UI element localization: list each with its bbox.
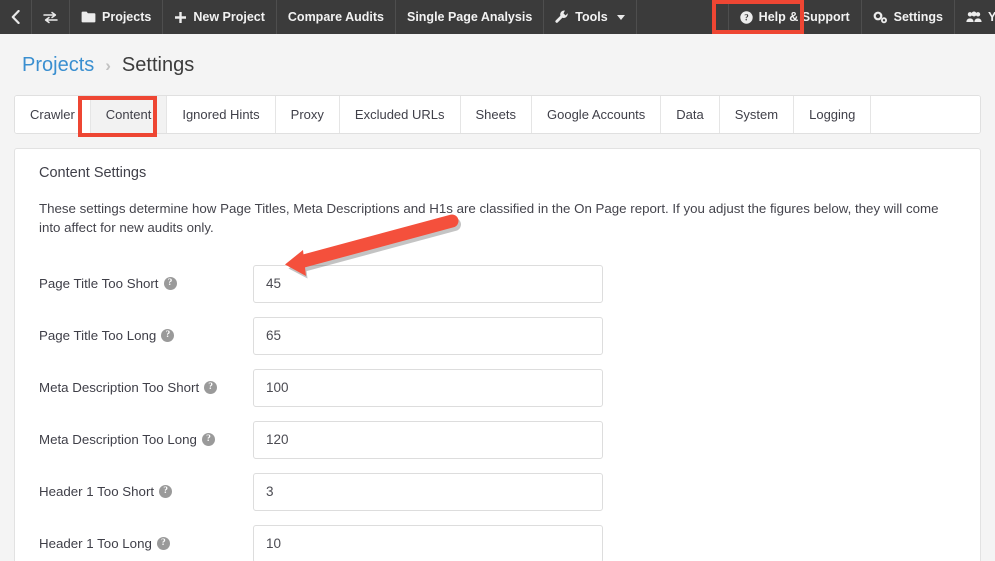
page-title-too-short-input[interactable]: [253, 264, 603, 303]
nav-label-tools: Tools: [575, 10, 608, 24]
help-circle-icon[interactable]: ?: [201, 433, 215, 447]
tab-proxy[interactable]: Proxy: [275, 96, 340, 133]
field-label: Header 1 Too Long ?: [39, 536, 253, 551]
field-label-text: Header 1 Too Short: [39, 484, 155, 500]
tab-label: Sheets: [475, 107, 516, 122]
header-1-too-short-input[interactable]: [253, 472, 603, 511]
nav-item-tools[interactable]: Tools: [544, 0, 637, 34]
tab-label: Content: [105, 107, 152, 122]
field-label: Page Title Too Short ?: [39, 276, 253, 291]
top-navbar: Projects New Project Compare Audits Sing…: [0, 0, 995, 34]
nav-label-projects: Projects: [102, 10, 152, 24]
users-icon: [966, 11, 982, 23]
tab-crawler[interactable]: Crawler: [15, 96, 91, 133]
page-title-too-long-input[interactable]: [253, 316, 603, 355]
breadcrumb-separator-icon: ›: [105, 55, 111, 75]
content-settings-panel: Content Settings These settings determin…: [14, 148, 981, 561]
settings-tabs: Crawler Content Ignored Hints Proxy Excl…: [14, 95, 981, 134]
tab-google-accounts[interactable]: Google Accounts: [532, 96, 662, 133]
nav-label-compare-audits: Compare Audits: [287, 10, 384, 24]
meta-description-too-short-input[interactable]: [253, 368, 603, 407]
help-circle-icon[interactable]: ?: [161, 329, 175, 343]
nav-item-single-page-analysis[interactable]: Single Page Analysis: [396, 0, 545, 34]
page-title: Settings: [121, 54, 195, 76]
field-row-page-title-too-long: Page Title Too Long ?: [15, 310, 980, 362]
folder-icon: [81, 11, 96, 23]
field-row-meta-description-too-long: Meta Description Too Long ?: [15, 414, 980, 466]
exchange-arrows-icon: [43, 11, 58, 24]
svg-text:?: ?: [744, 12, 749, 22]
tab-label: Google Accounts: [547, 107, 646, 122]
field-label: Meta Description Too Long ?: [39, 432, 253, 447]
nav-gap: [637, 0, 729, 34]
panel-description: These settings determine how Page Titles…: [39, 201, 939, 236]
tab-content[interactable]: Content: [90, 96, 168, 133]
field-label-text: Meta Description Too Long: [39, 432, 197, 448]
tab-label: Crawler: [30, 107, 75, 122]
tab-data[interactable]: Data: [661, 96, 720, 133]
help-circle-icon[interactable]: ?: [163, 277, 177, 291]
tab-excluded-urls[interactable]: Excluded URLs: [339, 96, 461, 133]
tab-label: Data: [676, 107, 704, 122]
tab-system[interactable]: System: [719, 96, 795, 133]
breadcrumb: Projects › Settings: [0, 34, 995, 77]
navbar-right-group: ? Help & Support Settings Your Account: [729, 0, 995, 34]
tab-label: Excluded URLs: [354, 107, 445, 122]
header-1-too-long-input[interactable]: [253, 524, 603, 561]
settings-tabs-wrapper: Crawler Content Ignored Hints Proxy Excl…: [14, 95, 981, 137]
nav-item-help-support[interactable]: ? Help & Support: [729, 0, 862, 34]
chevron-down-icon: [616, 14, 625, 20]
field-row-page-title-too-short: Page Title Too Short ?: [15, 258, 980, 310]
field-label: Meta Description Too Short ?: [39, 380, 253, 395]
meta-description-too-long-input[interactable]: [253, 420, 603, 459]
tab-label: Proxy: [290, 107, 324, 122]
help-circle-icon[interactable]: ?: [204, 381, 218, 395]
nav-label-help-support: Help & Support: [758, 10, 850, 24]
field-row-meta-description-too-short: Meta Description Too Short ?: [15, 362, 980, 414]
nav-label-settings: Settings: [893, 10, 943, 24]
tab-label: System: [734, 107, 779, 122]
nav-item-projects[interactable]: Projects: [70, 0, 164, 34]
help-circle-icon[interactable]: ?: [159, 485, 173, 499]
panel-title: Content Settings: [39, 165, 147, 181]
nav-label-your-account: Your Account: [987, 10, 995, 24]
back-chevron-icon: [11, 10, 20, 24]
plus-icon: [174, 11, 187, 24]
field-label-text: Header 1 Too Long: [39, 536, 152, 552]
field-label: Header 1 Too Short ?: [39, 484, 253, 499]
help-circle-icon[interactable]: ?: [156, 537, 170, 551]
field-row-header-1-too-short: Header 1 Too Short ?: [15, 466, 980, 518]
field-label-text: Page Title Too Short: [39, 276, 159, 292]
wrench-icon: [555, 10, 569, 24]
nav-item-your-account[interactable]: Your Account: [955, 0, 995, 34]
nav-switch-project-button[interactable]: [32, 0, 70, 34]
tab-label: Logging: [809, 107, 856, 122]
field-label: Page Title Too Long ?: [39, 328, 253, 343]
nav-item-compare-audits[interactable]: Compare Audits: [277, 0, 396, 34]
tab-label: Ignored Hints: [182, 107, 260, 122]
question-circle-icon: ?: [739, 10, 753, 24]
field-row-header-1-too-long: Header 1 Too Long ?: [15, 518, 980, 561]
tab-sheets[interactable]: Sheets: [460, 96, 532, 133]
nav-item-new-project[interactable]: New Project: [163, 0, 277, 34]
field-label-text: Meta Description Too Short: [39, 380, 200, 396]
field-label-text: Page Title Too Long: [39, 328, 157, 344]
breadcrumb-link-projects[interactable]: Projects: [22, 54, 94, 77]
content-settings-form: Page Title Too Short ? Page Title Too Lo…: [15, 238, 980, 561]
tabs-filler: [871, 96, 980, 133]
nav-label-single-page-analysis: Single Page Analysis: [406, 10, 533, 24]
tab-logging[interactable]: Logging: [794, 96, 872, 133]
nav-back-button[interactable]: [0, 0, 32, 34]
tab-ignored-hints[interactable]: Ignored Hints: [167, 96, 276, 133]
nav-item-settings[interactable]: Settings: [862, 0, 955, 34]
nav-label-new-project: New Project: [193, 10, 265, 24]
gears-icon: [873, 11, 888, 24]
